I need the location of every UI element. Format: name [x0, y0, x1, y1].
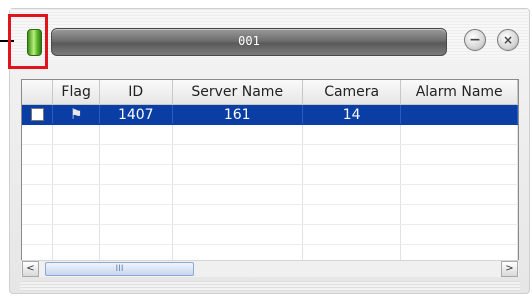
- empty-cell: [302, 144, 402, 165]
- empty-cell: [99, 184, 173, 205]
- empty-cell: [52, 184, 101, 205]
- empty-cell: [99, 144, 173, 165]
- empty-cell: [99, 204, 173, 225]
- alarm-table: Flag ID Server Name Camera Alarm Name ⚑ …: [22, 80, 518, 265]
- empty-cell: [52, 204, 101, 225]
- empty-cell: [400, 124, 518, 145]
- empty-cell: [302, 184, 402, 205]
- empty-cell: [99, 224, 173, 245]
- empty-cell: [302, 164, 402, 185]
- col-header-flag[interactable]: Flag: [52, 80, 101, 105]
- table-row[interactable]: ⚑ 1407 161 14: [22, 104, 518, 125]
- empty-cell: [172, 184, 303, 205]
- empty-cell: [22, 164, 54, 185]
- empty-cell: [400, 164, 518, 185]
- empty-cell: [172, 204, 303, 225]
- col-header-id[interactable]: ID: [99, 80, 173, 105]
- empty-cell: [52, 164, 101, 185]
- flag-icon[interactable]: ⚑: [70, 107, 83, 123]
- empty-cell: [302, 204, 402, 225]
- empty-cell: [22, 204, 54, 225]
- col-header-select[interactable]: [22, 80, 54, 105]
- empty-cell: [400, 184, 518, 205]
- scroll-thumb[interactable]: III: [45, 262, 194, 276]
- alarm-name-cell: [400, 104, 518, 125]
- empty-cell: [400, 204, 518, 225]
- empty-cell: [172, 144, 303, 165]
- scroll-left-button[interactable]: <: [22, 261, 39, 277]
- empty-cell: [52, 144, 101, 165]
- col-header-camera[interactable]: Camera: [302, 80, 402, 105]
- horizontal-scrollbar[interactable]: < III >: [21, 260, 519, 277]
- table-header-row: Flag ID Server Name Camera Alarm Name: [22, 80, 518, 105]
- table-row[interactable]: [22, 124, 518, 145]
- alarm-grid: Flag ID Server Name Camera Alarm Name ⚑ …: [21, 79, 519, 277]
- empty-cell: [172, 224, 303, 245]
- table-row[interactable]: [22, 204, 518, 225]
- empty-cell: [22, 144, 54, 165]
- window-title: 001: [238, 34, 260, 48]
- empty-cell: [400, 224, 518, 245]
- empty-cell: [52, 124, 101, 145]
- empty-cell: [22, 124, 54, 145]
- col-header-server-name[interactable]: Server Name: [172, 80, 303, 105]
- empty-cell: [52, 224, 101, 245]
- empty-cell: [99, 164, 173, 185]
- col-header-alarm-name[interactable]: Alarm Name: [400, 80, 518, 105]
- table-row[interactable]: [22, 184, 518, 205]
- minimize-button[interactable]: −: [464, 29, 486, 51]
- status-led-icon[interactable]: [27, 29, 42, 56]
- empty-cell: [400, 144, 518, 165]
- table-row[interactable]: [22, 144, 518, 165]
- camera-cell: 14: [302, 104, 402, 125]
- row-checkbox-cell[interactable]: [22, 104, 54, 125]
- empty-cell: [99, 124, 173, 145]
- empty-cell: [302, 224, 402, 245]
- title-pill[interactable]: 001: [51, 28, 447, 56]
- row-checkbox[interactable]: [30, 108, 44, 121]
- empty-cell: [22, 184, 54, 205]
- empty-cell: [172, 164, 303, 185]
- table-row[interactable]: [22, 164, 518, 185]
- window-bottom-edge: [20, 281, 520, 291]
- empty-cell: [22, 224, 54, 245]
- empty-cell: [172, 124, 303, 145]
- server-name-cell: 161: [172, 104, 303, 125]
- close-button[interactable]: ×: [497, 29, 519, 51]
- id-cell: 1407: [99, 104, 173, 125]
- table-row[interactable]: [22, 224, 518, 245]
- scroll-right-button[interactable]: >: [501, 261, 518, 277]
- flag-cell[interactable]: ⚑: [52, 104, 101, 125]
- empty-cell: [302, 124, 402, 145]
